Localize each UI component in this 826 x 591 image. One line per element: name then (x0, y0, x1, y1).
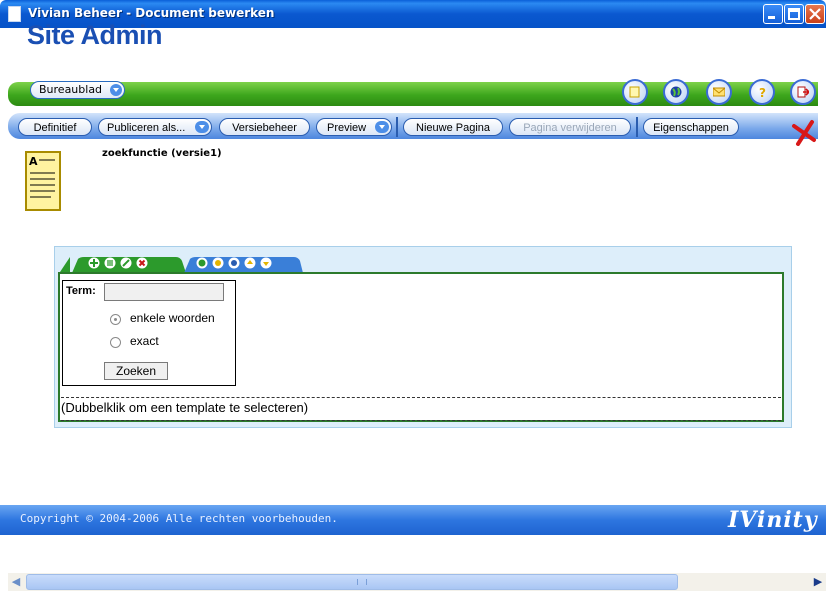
svg-text:?: ? (759, 86, 766, 98)
brand-title: Site Admin (27, 20, 163, 50)
edit-icon[interactable] (120, 257, 132, 269)
toolbar-separator (396, 117, 398, 137)
grip-icon (357, 579, 367, 585)
versiebeheer-button[interactable]: Versiebeheer (219, 118, 310, 136)
document-version-label: zoekfunctie (versie1) (102, 148, 222, 159)
publiceren-label: Publiceren als... (107, 122, 186, 134)
nieuwe-pagina-button[interactable]: Nieuwe Pagina (403, 118, 503, 136)
delete-icon[interactable] (136, 257, 148, 269)
window-title: Vivian Beheer - Document bewerken (28, 6, 275, 20)
info-icon[interactable] (228, 257, 240, 269)
minimize-button[interactable] (763, 4, 783, 24)
template-placeholder[interactable]: (Dubbelklik om een template te selectere… (61, 397, 781, 421)
chevron-down-icon (195, 121, 209, 133)
zoeken-button[interactable]: Zoeken (104, 362, 168, 380)
move-up-icon[interactable] (244, 257, 256, 269)
horizontal-scrollbar[interactable]: ◀ ▶ (8, 573, 826, 591)
move-down-icon[interactable] (260, 257, 272, 269)
section-dropdown-label: Bureaublad (39, 83, 103, 96)
logout-icon[interactable] (790, 79, 816, 105)
add-icon[interactable] (88, 257, 100, 269)
definitief-button[interactable]: Definitief (18, 118, 92, 136)
close-document-icon[interactable] (790, 118, 818, 146)
pages-icon[interactable] (622, 79, 648, 105)
ivinity-logo: IVinity (728, 507, 818, 533)
scroll-left-icon[interactable]: ◀ (8, 574, 24, 590)
globe-icon[interactable] (196, 257, 208, 269)
help-icon[interactable]: ? (749, 79, 775, 105)
radio-enkele-woorden[interactable] (110, 314, 121, 325)
mail-icon[interactable] (706, 79, 732, 105)
document-note-icon: A (25, 151, 61, 211)
publiceren-button[interactable]: Publiceren als... (98, 118, 212, 136)
minimize-icon (768, 16, 775, 19)
eigenschappen-button[interactable]: Eigenschappen (643, 118, 739, 136)
pagina-verwijderen-button[interactable]: Pagina verwijderen (509, 118, 631, 136)
maximize-button[interactable] (784, 4, 804, 24)
term-input[interactable] (104, 283, 224, 301)
chevron-down-icon (375, 121, 389, 133)
svg-text:A: A (29, 155, 38, 168)
close-icon (809, 8, 821, 20)
chevron-down-icon (110, 84, 123, 96)
preview-label: Preview (327, 122, 367, 134)
scrollbar-thumb[interactable] (26, 574, 678, 590)
term-label: Term: (66, 285, 96, 297)
globe-icon[interactable] (663, 79, 689, 105)
preview-button[interactable]: Preview (316, 118, 392, 136)
section-dropdown[interactable]: Bureaublad (30, 81, 126, 99)
scroll-right-icon[interactable]: ▶ (810, 574, 826, 590)
maximize-icon (788, 8, 800, 20)
settings-icon[interactable] (212, 257, 224, 269)
copyright-text: Copyright © 2004-2006 Alle rechten voorb… (20, 512, 338, 525)
radio-label-enkele-woorden: enkele woorden (130, 311, 215, 325)
radio-exact[interactable] (110, 337, 121, 348)
header-green-bar (8, 82, 818, 106)
radio-label-exact: exact (130, 334, 159, 348)
close-window-button[interactable] (805, 4, 825, 24)
document-icon (8, 6, 21, 22)
toolbar-separator (636, 117, 638, 137)
footer: Copyright © 2004-2006 Alle rechten voorb… (0, 505, 826, 535)
list-icon[interactable] (104, 257, 116, 269)
